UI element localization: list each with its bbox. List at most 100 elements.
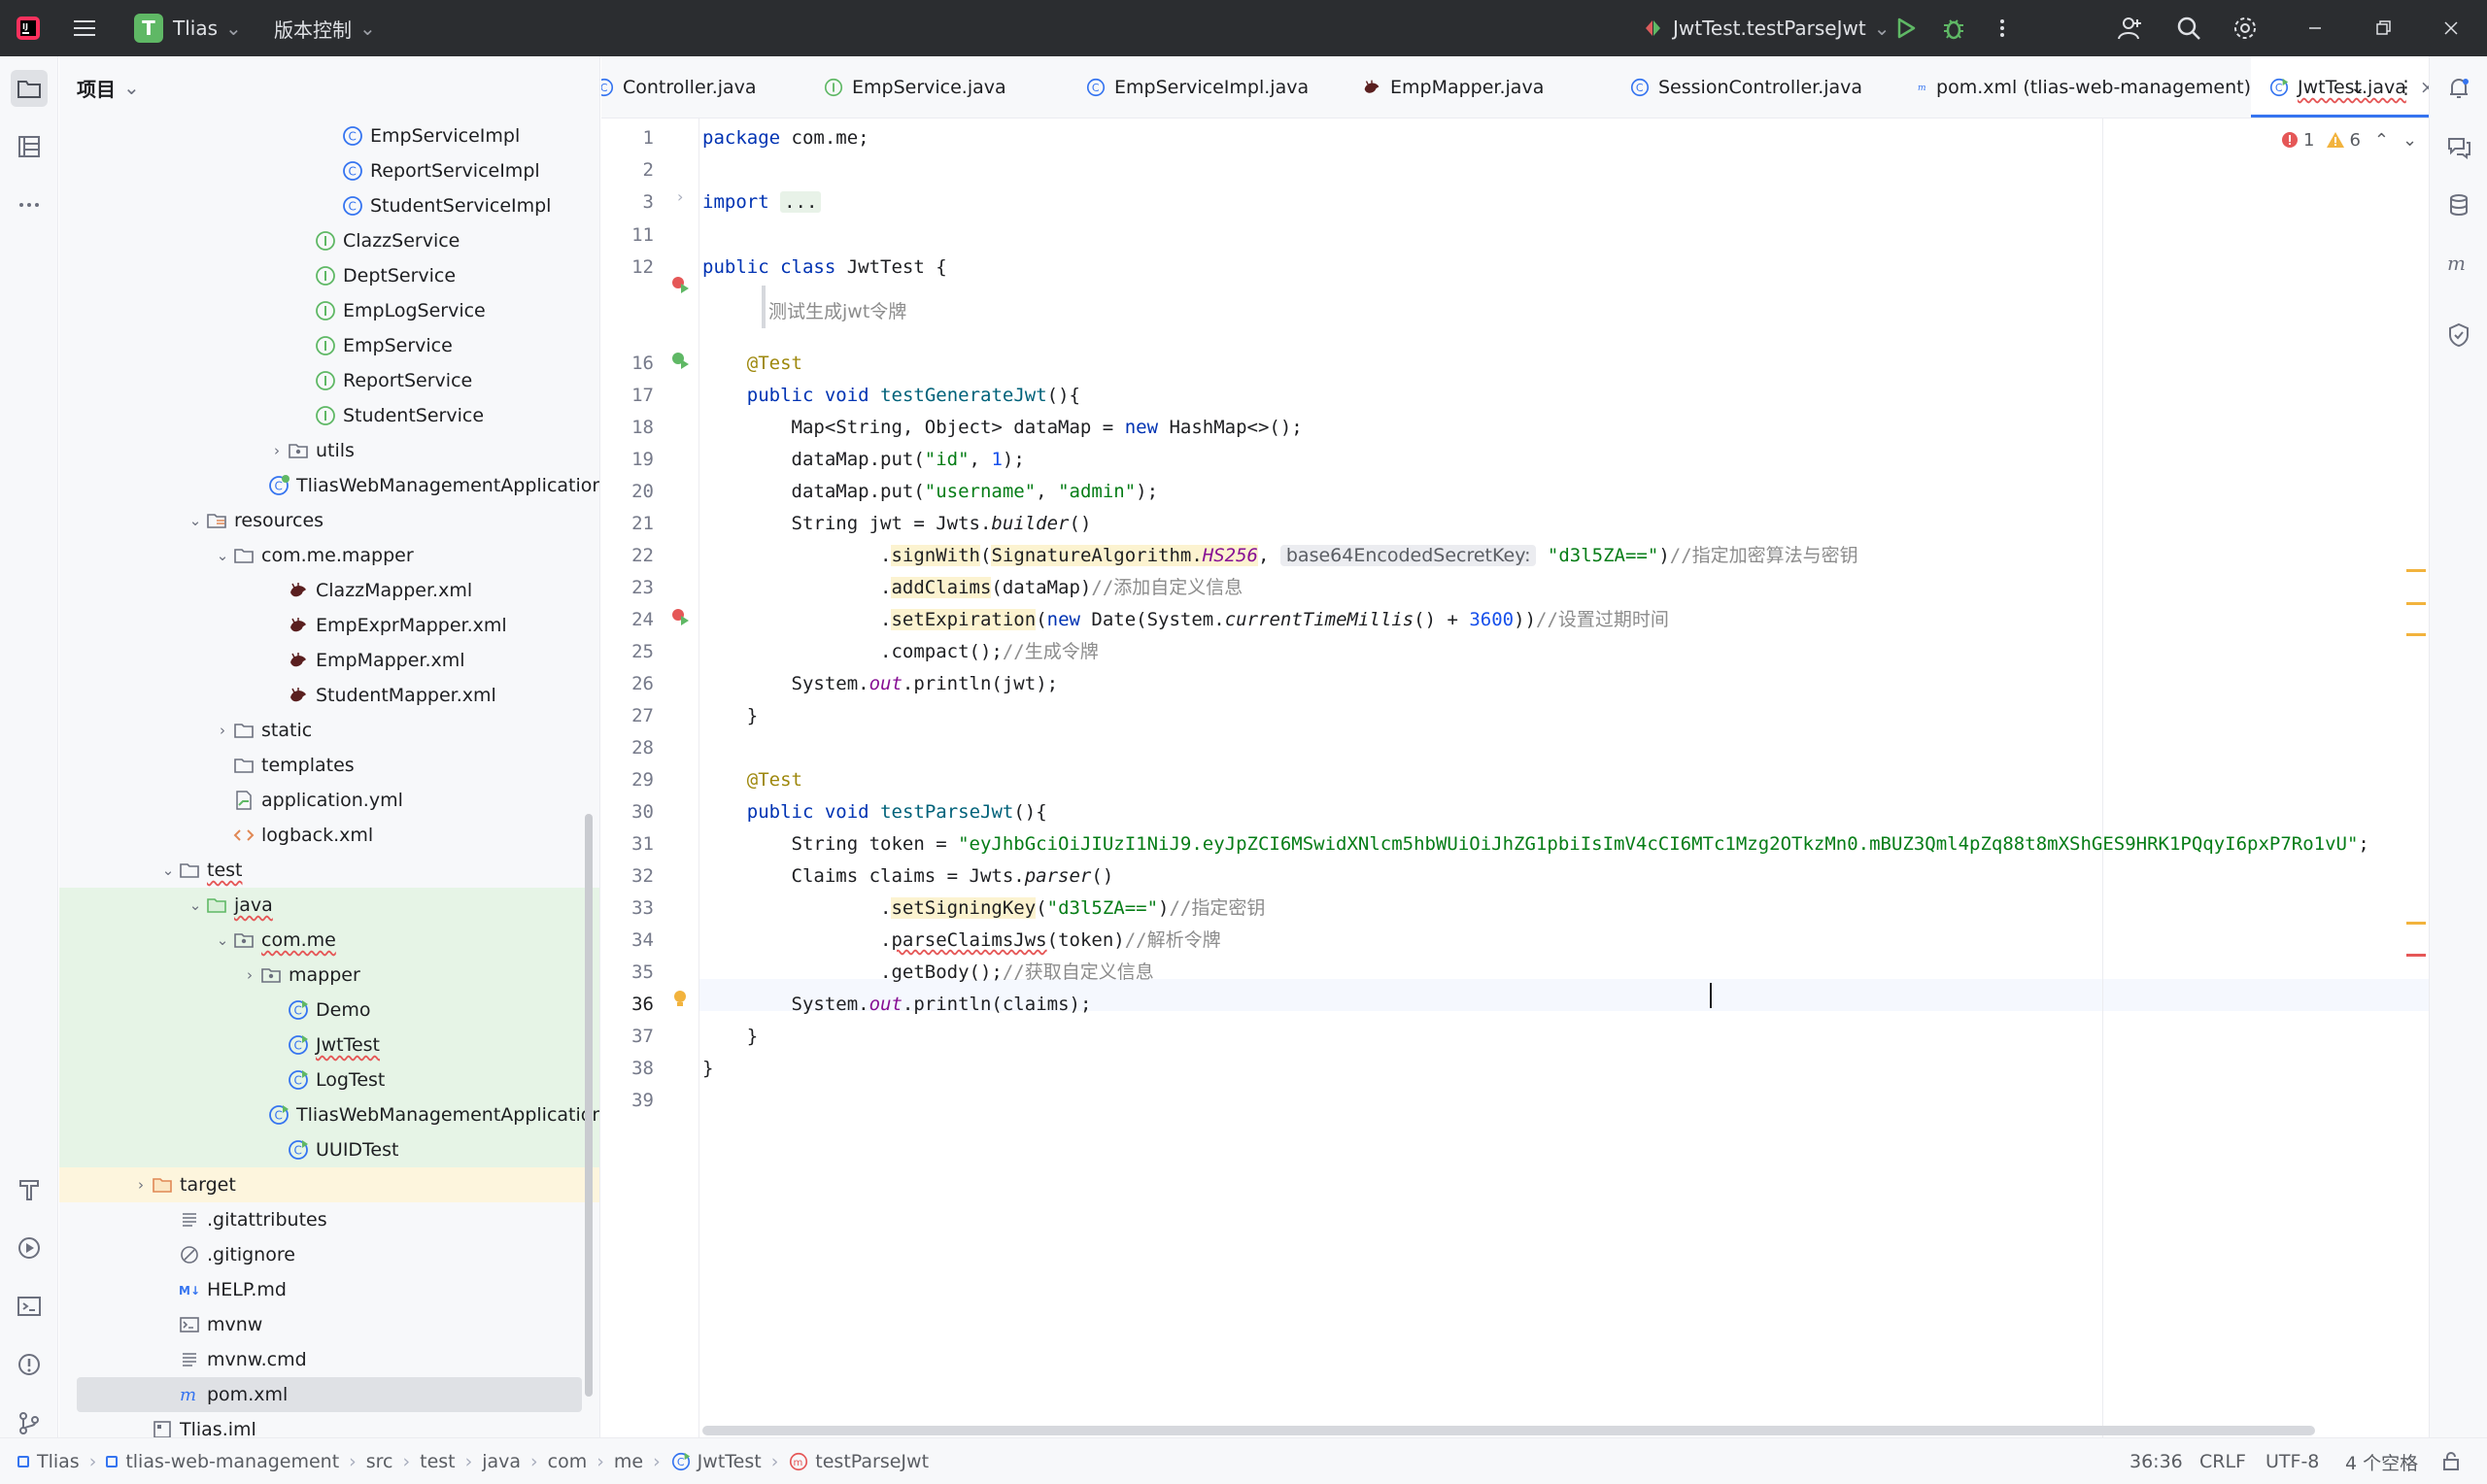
breadcrumb-item[interactable]: java	[482, 1451, 521, 1472]
editor-tab[interactable]: C SessionController.java	[1612, 56, 1899, 118]
indent-setting[interactable]: 4 个空格	[2345, 1438, 2418, 1484]
code-line[interactable]: Claims claims = Jwts.parser()	[702, 860, 1114, 893]
chevron-down-icon[interactable]: ⌄	[186, 896, 205, 914]
main-menu-icon[interactable]	[70, 14, 99, 43]
tree-item[interactable]: C JwtTest	[59, 1028, 599, 1062]
tree-item[interactable]: › target	[59, 1167, 599, 1202]
tree-item[interactable]: ⌄ test	[59, 853, 599, 888]
chevron-down-icon[interactable]: ⌄	[158, 861, 178, 879]
run-tool-icon[interactable]	[11, 1230, 48, 1266]
breadcrumb-item[interactable]: src	[366, 1451, 393, 1472]
add-user-icon[interactable]	[2116, 14, 2145, 43]
intellij-logo-icon[interactable]: IJ	[14, 14, 43, 43]
warning-stripe[interactable]	[2406, 633, 2426, 636]
code-line[interactable]: }	[702, 1053, 713, 1085]
caret-position[interactable]: 36:36	[2129, 1438, 2183, 1484]
tree-item[interactable]: .gitignore	[59, 1237, 599, 1272]
close-tab-icon[interactable]: ×	[2420, 77, 2429, 98]
code-line[interactable]: String jwt = Jwts.builder()	[702, 508, 1092, 540]
code-line[interactable]: Map<String, Object> dataMap = new HashMa…	[702, 412, 1303, 444]
run-config-selector[interactable]: JwtTest.testParseJwt ⌄	[1640, 0, 1890, 56]
security-shield-icon[interactable]	[2440, 317, 2477, 354]
warning-stripe[interactable]	[2406, 922, 2426, 925]
code-line[interactable]: .setExpiration(new Date(System.currentTi…	[702, 604, 1669, 636]
editor-tab[interactable]: EmpMapper.java	[1344, 56, 1612, 118]
editor-tab[interactable]: EmpService.java	[805, 56, 1068, 118]
code-line[interactable]: String token = "eyJhbGciOiJIUzI1NiJ9.eyJ…	[702, 828, 2369, 860]
tree-item[interactable]: mvnw.cmd	[59, 1342, 599, 1377]
code-line[interactable]: import ...	[702, 186, 822, 219]
tree-item[interactable]: › mapper	[59, 958, 599, 993]
tree-item[interactable]: logback.xml	[59, 818, 599, 853]
tabs-dropdown-icon[interactable]: ⌄	[2350, 56, 2366, 118]
database-icon[interactable]	[2440, 186, 2477, 223]
chevron-down-icon[interactable]: ⌄	[213, 547, 232, 564]
tree-scrollbar[interactable]	[585, 814, 593, 1397]
tree-item[interactable]: m pom.xml	[77, 1377, 582, 1412]
breadcrumb-item[interactable]: Tlias	[37, 1451, 80, 1472]
tree-item[interactable]: C LogTest	[59, 1062, 599, 1097]
tree-item[interactable]: StudentMapper.xml	[59, 678, 599, 713]
terminal-tool-icon[interactable]	[11, 1288, 48, 1325]
structure-tool-icon[interactable]	[11, 128, 48, 165]
code-editor[interactable]: 1 2 3 11 12 16 17 18 19 20 21 22 23 24 25 26 27 28 29 30 31 3…	[601, 118, 2429, 1437]
tree-item[interactable]: ReportService	[59, 363, 599, 398]
chevron-right-icon[interactable]: ›	[213, 722, 232, 739]
minimize-icon[interactable]	[2300, 14, 2330, 43]
tree-item[interactable]: StudentService	[59, 398, 599, 433]
error-stripe[interactable]	[2406, 954, 2426, 957]
warning-stripe[interactable]	[2406, 569, 2426, 572]
breadcrumb-item[interactable]: test	[420, 1451, 456, 1472]
tree-item[interactable]: C ReportServiceImpl	[59, 153, 599, 188]
more-tools-icon[interactable]	[11, 186, 48, 223]
code-line[interactable]: System.out.println(claims);	[702, 989, 1092, 1021]
search-icon[interactable]	[2174, 14, 2203, 43]
more-vertical-icon[interactable]: ⋮	[2397, 56, 2415, 118]
intention-bulb-icon[interactable]	[669, 988, 691, 1009]
fold-arrow-icon[interactable]	[669, 381, 691, 402]
tree-item[interactable]: EmpService	[59, 328, 599, 363]
tree-item[interactable]: C TliasWebManagementApplicationTe	[59, 1097, 599, 1132]
breadcrumb-item[interactable]: tlias-web-management	[125, 1451, 339, 1472]
tree-item[interactable]: Tlias.iml	[59, 1412, 599, 1437]
tree-item[interactable]: C UUIDTest	[59, 1132, 599, 1167]
code-line[interactable]: @Test	[702, 764, 802, 796]
code-line[interactable]: .getBody();//获取自定义信息	[702, 957, 1154, 989]
code-line[interactable]: System.out.println(jwt);	[702, 668, 1059, 700]
restore-icon[interactable]	[2368, 14, 2398, 43]
code-line[interactable]: public class JwtTest {	[702, 252, 947, 284]
code-line[interactable]: dataMap.put("username", "admin");	[702, 476, 1159, 508]
project-panel-header[interactable]: 项目 ⌄	[59, 56, 599, 118]
tree-item[interactable]: DeptService	[59, 258, 599, 293]
chevron-right-icon[interactable]: ›	[131, 1176, 151, 1194]
tree-item[interactable]: › utils	[59, 433, 599, 468]
tree-item[interactable]: mvnw	[59, 1307, 599, 1342]
lock-icon[interactable]	[2440, 1438, 2462, 1484]
tree-item[interactable]: application.yml	[59, 783, 599, 818]
chevron-down-icon[interactable]: ⌄	[213, 931, 232, 949]
chevron-right-icon[interactable]: ›	[240, 966, 259, 984]
tree-item[interactable]: EmpExprMapper.xml	[59, 608, 599, 643]
tree-item[interactable]: M↓ HELP.md	[59, 1272, 599, 1307]
tree-item[interactable]: ⌄ resources	[59, 503, 599, 538]
run-icon[interactable]	[1891, 14, 1920, 43]
breadcrumb-item[interactable]: testParseJwt	[815, 1451, 929, 1472]
editor-tab[interactable]: C Controller.java	[601, 56, 805, 118]
breadcrumb-item[interactable]: com	[548, 1451, 588, 1472]
chevron-up-icon[interactable]: ⌃	[2374, 130, 2389, 151]
project-tool-icon[interactable]	[11, 70, 48, 107]
breadcrumb-item[interactable]: JwtTest	[698, 1451, 762, 1472]
editor-tab[interactable]: m pom.xml (tlias-web-management)	[1899, 56, 2251, 118]
inspection-widget[interactable]: 1 6 ⌃ ⌄	[2280, 126, 2417, 153]
chevron-down-icon[interactable]: ⌄	[2402, 130, 2417, 151]
tree-item[interactable]: ⌄ java	[59, 888, 599, 923]
run-test-error-icon[interactable]	[669, 606, 691, 627]
code-line[interactable]: package com.me;	[702, 122, 869, 154]
editor-tab[interactable]: C EmpServiceImpl.java	[1068, 56, 1344, 118]
build-tool-icon[interactable]	[11, 1171, 48, 1208]
code-line[interactable]: dataMap.put("id", 1);	[702, 444, 1025, 476]
tree-item[interactable]: C Demo	[59, 993, 599, 1028]
line-separator[interactable]: CRLF	[2199, 1438, 2246, 1484]
code-line[interactable]: }	[702, 700, 758, 732]
code-line[interactable]: .compact();//生成令牌	[702, 636, 1099, 668]
